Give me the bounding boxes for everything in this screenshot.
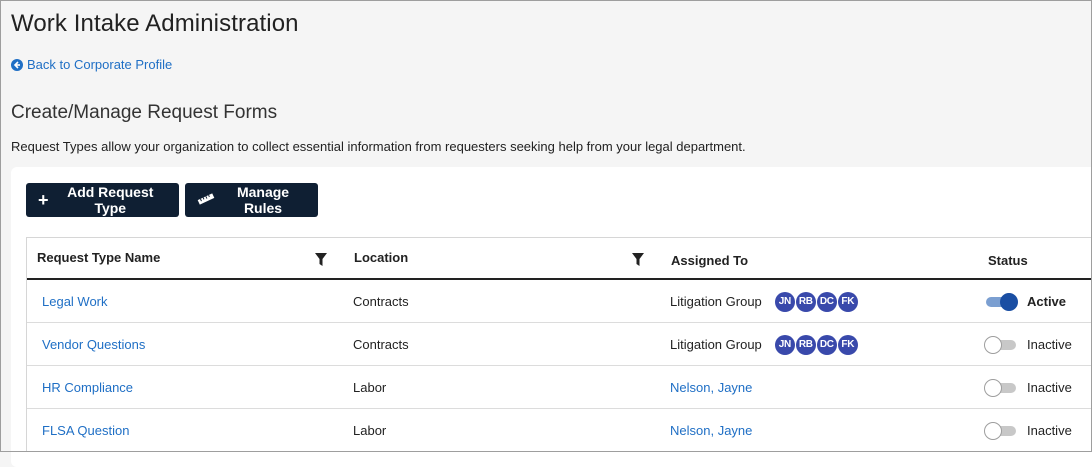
filter-icon[interactable] (632, 253, 644, 271)
avatar: RB (795, 291, 816, 312)
status-text: Inactive (1027, 380, 1072, 395)
avatar: JN (774, 334, 795, 355)
avatar: FK (837, 291, 858, 312)
status-toggle[interactable] (984, 292, 1018, 311)
add-request-type-button[interactable]: + Add Request Type (26, 183, 179, 217)
avatar-group: JN RB DC FK (774, 334, 858, 355)
request-type-link[interactable]: Vendor Questions (42, 337, 145, 352)
avatar: RB (795, 334, 816, 355)
back-to-profile-link[interactable]: Back to Corporate Profile (11, 57, 172, 72)
location-text: Contracts (353, 294, 409, 309)
table-row: Legal Work Contracts Litigation Group JN… (27, 280, 1092, 323)
table-row: Vendor Questions Contracts Litigation Gr… (27, 323, 1092, 366)
column-header-location: Location (354, 250, 409, 265)
avatar-group: JN RB DC FK (774, 291, 858, 312)
location-text: Labor (353, 423, 387, 438)
status-toggle[interactable] (984, 335, 1018, 354)
status-text: Inactive (1027, 423, 1072, 438)
assigned-text: Litigation Group (670, 294, 762, 309)
table-header: Request Type Name Location Assigned To S… (27, 238, 1092, 280)
arrow-circle-left-icon (11, 58, 23, 71)
ruler-icon (197, 192, 215, 208)
request-types-table: Request Type Name Location Assigned To S… (26, 237, 1092, 452)
avatar: DC (816, 334, 837, 355)
back-link-label: Back to Corporate Profile (27, 57, 173, 72)
table-row: HR Compliance Labor Nelson, Jayne Inacti… (27, 366, 1092, 409)
column-header-name: Request Type Name (37, 250, 161, 265)
request-type-link[interactable]: FLSA Question (42, 423, 129, 438)
status-toggle[interactable] (984, 378, 1018, 397)
avatar: DC (816, 291, 837, 312)
status-toggle[interactable] (984, 421, 1018, 440)
manage-rules-button[interactable]: Manage Rules (185, 183, 318, 217)
table-row: FLSA Question Labor Nelson, Jayne Inacti… (27, 409, 1092, 452)
assigned-link[interactable]: Nelson, Jayne (670, 423, 752, 438)
page-title: Work Intake Administration (11, 10, 299, 37)
section-description: Request Types allow your organization to… (11, 139, 746, 154)
add-request-type-label: Add Request Type (67, 184, 154, 216)
status-text: Active (1027, 294, 1067, 309)
avatar: JN (774, 291, 795, 312)
request-type-link[interactable]: Legal Work (42, 294, 108, 309)
avatar: FK (837, 334, 858, 355)
request-types-card: + Add Request Type Manage Rules Request … (11, 167, 1092, 467)
location-text: Contracts (353, 337, 409, 352)
assigned-link[interactable]: Nelson, Jayne (670, 380, 752, 395)
filter-icon[interactable] (315, 253, 327, 271)
status-text: Inactive (1027, 337, 1072, 352)
request-type-link[interactable]: HR Compliance (42, 380, 133, 395)
manage-rules-label: Manage Rules (236, 184, 290, 216)
column-header-status: Status (988, 253, 1028, 268)
section-title: Create/Manage Request Forms (11, 102, 278, 123)
location-text: Labor (353, 380, 387, 395)
plus-icon: + (38, 190, 49, 210)
column-header-assigned: Assigned To (671, 253, 749, 268)
assigned-text: Litigation Group (670, 337, 762, 352)
